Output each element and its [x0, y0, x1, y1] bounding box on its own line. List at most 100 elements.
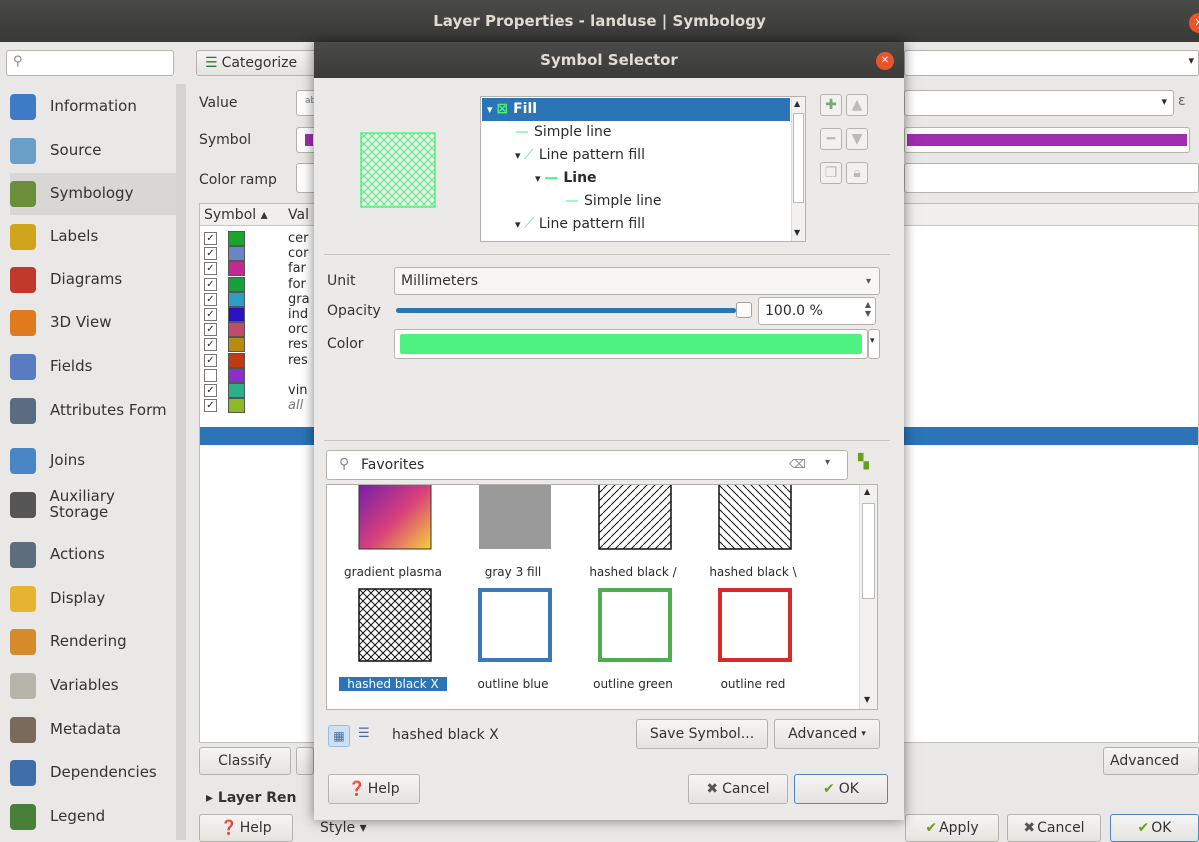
category-swatch[interactable]: [228, 246, 245, 262]
list-view-button[interactable]: ☰: [358, 726, 370, 741]
row-checkbox[interactable]: ✓: [204, 338, 217, 352]
column-header-value[interactable]: Val: [288, 207, 309, 223]
row-checkbox[interactable]: ✓: [204, 262, 217, 276]
sidebar-item-diagrams[interactable]: Diagrams: [10, 259, 176, 301]
symbol-list-item[interactable]: outline red: [693, 585, 813, 695]
sidebar-search-input[interactable]: ⚲: [6, 50, 174, 76]
help-button[interactable]: ❓ Help: [328, 774, 420, 804]
symbol-list-scrollbar[interactable]: ▲ ▼: [859, 485, 877, 709]
row-checkbox[interactable]: ✓: [204, 308, 217, 321]
sidebar-item-dependencies[interactable]: Dependencies: [10, 752, 176, 794]
apply-button[interactable]: ✔ Apply: [905, 814, 999, 842]
category-swatch[interactable]: [228, 276, 245, 292]
duplicate-layer-button[interactable]: ❐: [820, 162, 842, 184]
symbol-layer-tree[interactable]: ▾ ⊠ Fill — Simple line ▾ ⟋ Line pattern fill ▾…: [480, 96, 806, 242]
layer-rendering-toggle[interactable]: ▸ Layer Ren: [206, 790, 297, 806]
category-swatch[interactable]: [228, 261, 245, 277]
expand-arrow-icon[interactable]: ▾: [515, 218, 524, 231]
tree-item[interactable]: ▾ ⟋ Line pattern fill: [515, 144, 645, 167]
symbol-list[interactable]: gradient plasma gray 3 fill hashed black /…: [326, 484, 878, 710]
add-layer-button[interactable]: ✚: [820, 94, 842, 116]
renderer-select-ext[interactable]: ▾: [904, 50, 1199, 76]
value-field-ext[interactable]: ▾: [904, 90, 1174, 116]
sidebar-item-auxiliary-storage[interactable]: Auxiliary Storage: [10, 484, 176, 526]
symbol-list-item[interactable]: gray 3 fill: [453, 485, 573, 583]
sidebar-item-3d-view[interactable]: 3D View: [10, 302, 176, 344]
ok-button[interactable]: ✔ OK: [794, 774, 888, 804]
help-button-main[interactable]: ❓ Help: [199, 814, 293, 842]
cancel-button-main[interactable]: ✖ Cancel: [1007, 814, 1101, 842]
symbol-search-input[interactable]: ⚲ Favorites ⌫ ▾: [326, 450, 848, 480]
row-checkbox[interactable]: ✓: [204, 368, 217, 382]
symbol-list-item[interactable]: hashed black \: [693, 485, 813, 583]
opacity-slider-handle[interactable]: [736, 302, 752, 318]
renderer-select[interactable]: ☰ Categorize: [196, 50, 320, 76]
sidebar-item-rendering[interactable]: Rendering: [10, 621, 176, 663]
tree-item[interactable]: — Simple line: [565, 190, 662, 213]
sidebar-item-information[interactable]: Information: [10, 86, 176, 128]
symbol-button[interactable]: [296, 127, 316, 153]
tree-item[interactable]: ▾ ⟋ Line pattern fill: [515, 213, 645, 236]
lock-icon[interactable]: 🔒︎: [846, 162, 868, 184]
row-checkbox[interactable]: ✓: [204, 232, 217, 245]
color-ramp-select-ext[interactable]: [904, 163, 1199, 193]
move-up-button[interactable]: ▲: [846, 94, 868, 116]
expand-arrow-icon[interactable]: ▾: [515, 149, 524, 162]
tree-item[interactable]: ▾ ⊠ Fill: [487, 98, 537, 121]
save-symbol-button[interactable]: Save Symbol...: [636, 719, 768, 749]
category-swatch[interactable]: [228, 383, 245, 398]
color-ramp-select[interactable]: [296, 163, 316, 193]
sidebar-item-legend[interactable]: Legend: [10, 796, 176, 838]
ok-button-main[interactable]: ✔ OK: [1110, 814, 1199, 842]
remove-layer-button[interactable]: ━: [820, 128, 842, 150]
symbol-list-item[interactable]: outline blue: [453, 585, 573, 695]
color-menu-button[interactable]: ▾: [868, 329, 880, 359]
classify-button[interactable]: Classify: [199, 747, 291, 775]
category-swatch[interactable]: [228, 322, 245, 338]
sidebar-item-labels[interactable]: Labels: [10, 216, 176, 258]
unit-select[interactable]: Millimeters ▾: [394, 267, 880, 295]
sidebar-item-symbology[interactable]: Symbology: [10, 173, 176, 215]
row-checkbox[interactable]: ✓: [204, 399, 217, 413]
move-down-button[interactable]: ▼: [846, 128, 868, 150]
column-header-symbol[interactable]: Symbol ▴: [204, 207, 268, 223]
sidebar-item-variables[interactable]: Variables: [10, 665, 176, 707]
tree-item[interactable]: ▾ — Line: [535, 167, 597, 190]
advanced-button-main[interactable]: Advanced: [1103, 747, 1199, 775]
sidebar-item-display[interactable]: Display: [10, 578, 176, 620]
row-checkbox[interactable]: ✓: [204, 277, 217, 291]
icon-view-button[interactable]: ▦: [328, 725, 350, 747]
sidebar-item-joins[interactable]: Joins: [10, 440, 176, 482]
category-swatch[interactable]: [228, 367, 245, 383]
expand-arrow-icon[interactable]: ▾: [487, 103, 496, 116]
add-class-button[interactable]: [296, 747, 314, 775]
expression-icon[interactable]: ε: [1178, 93, 1186, 109]
cancel-button[interactable]: ✖ Cancel: [688, 774, 788, 804]
symbol-list-item[interactable]: hashed black /: [573, 485, 693, 583]
sidebar-item-attributes-form[interactable]: Attributes Form: [10, 390, 176, 432]
opacity-slider-track[interactable]: [396, 308, 752, 313]
sidebar-item-actions[interactable]: Actions: [10, 534, 176, 576]
sidebar-scrollbar[interactable]: [176, 84, 186, 840]
category-swatch[interactable]: [228, 337, 245, 353]
clear-icon[interactable]: ⌫: [789, 457, 806, 471]
symbol-list-item[interactable]: gradient plasma: [333, 485, 453, 583]
category-swatch[interactable]: [228, 307, 245, 322]
row-checkbox[interactable]: ✓: [204, 247, 217, 261]
row-checkbox[interactable]: ✓: [204, 323, 217, 337]
tree-item[interactable]: — Simple line: [515, 121, 612, 144]
chevron-down-icon[interactable]: ▾: [825, 457, 830, 468]
row-checkbox[interactable]: ✓: [204, 384, 217, 397]
sidebar-item-fields[interactable]: Fields: [10, 346, 176, 388]
category-swatch[interactable]: [228, 352, 245, 368]
close-icon[interactable]: ✕: [876, 52, 894, 70]
sidebar-item-source[interactable]: Source: [10, 130, 176, 172]
style-manager-icon[interactable]: ▚: [858, 454, 869, 470]
tree-scrollbar[interactable]: ▲ ▼: [791, 97, 805, 241]
category-swatch[interactable]: [228, 231, 245, 246]
opacity-spinbox[interactable]: 100.0 % ▲ ▼: [758, 297, 876, 325]
sidebar-item-metadata[interactable]: Metadata: [10, 709, 176, 751]
symbol-list-item[interactable]: outline green: [573, 585, 693, 695]
style-menu[interactable]: Style ▾: [320, 820, 367, 836]
color-button[interactable]: [394, 329, 868, 359]
